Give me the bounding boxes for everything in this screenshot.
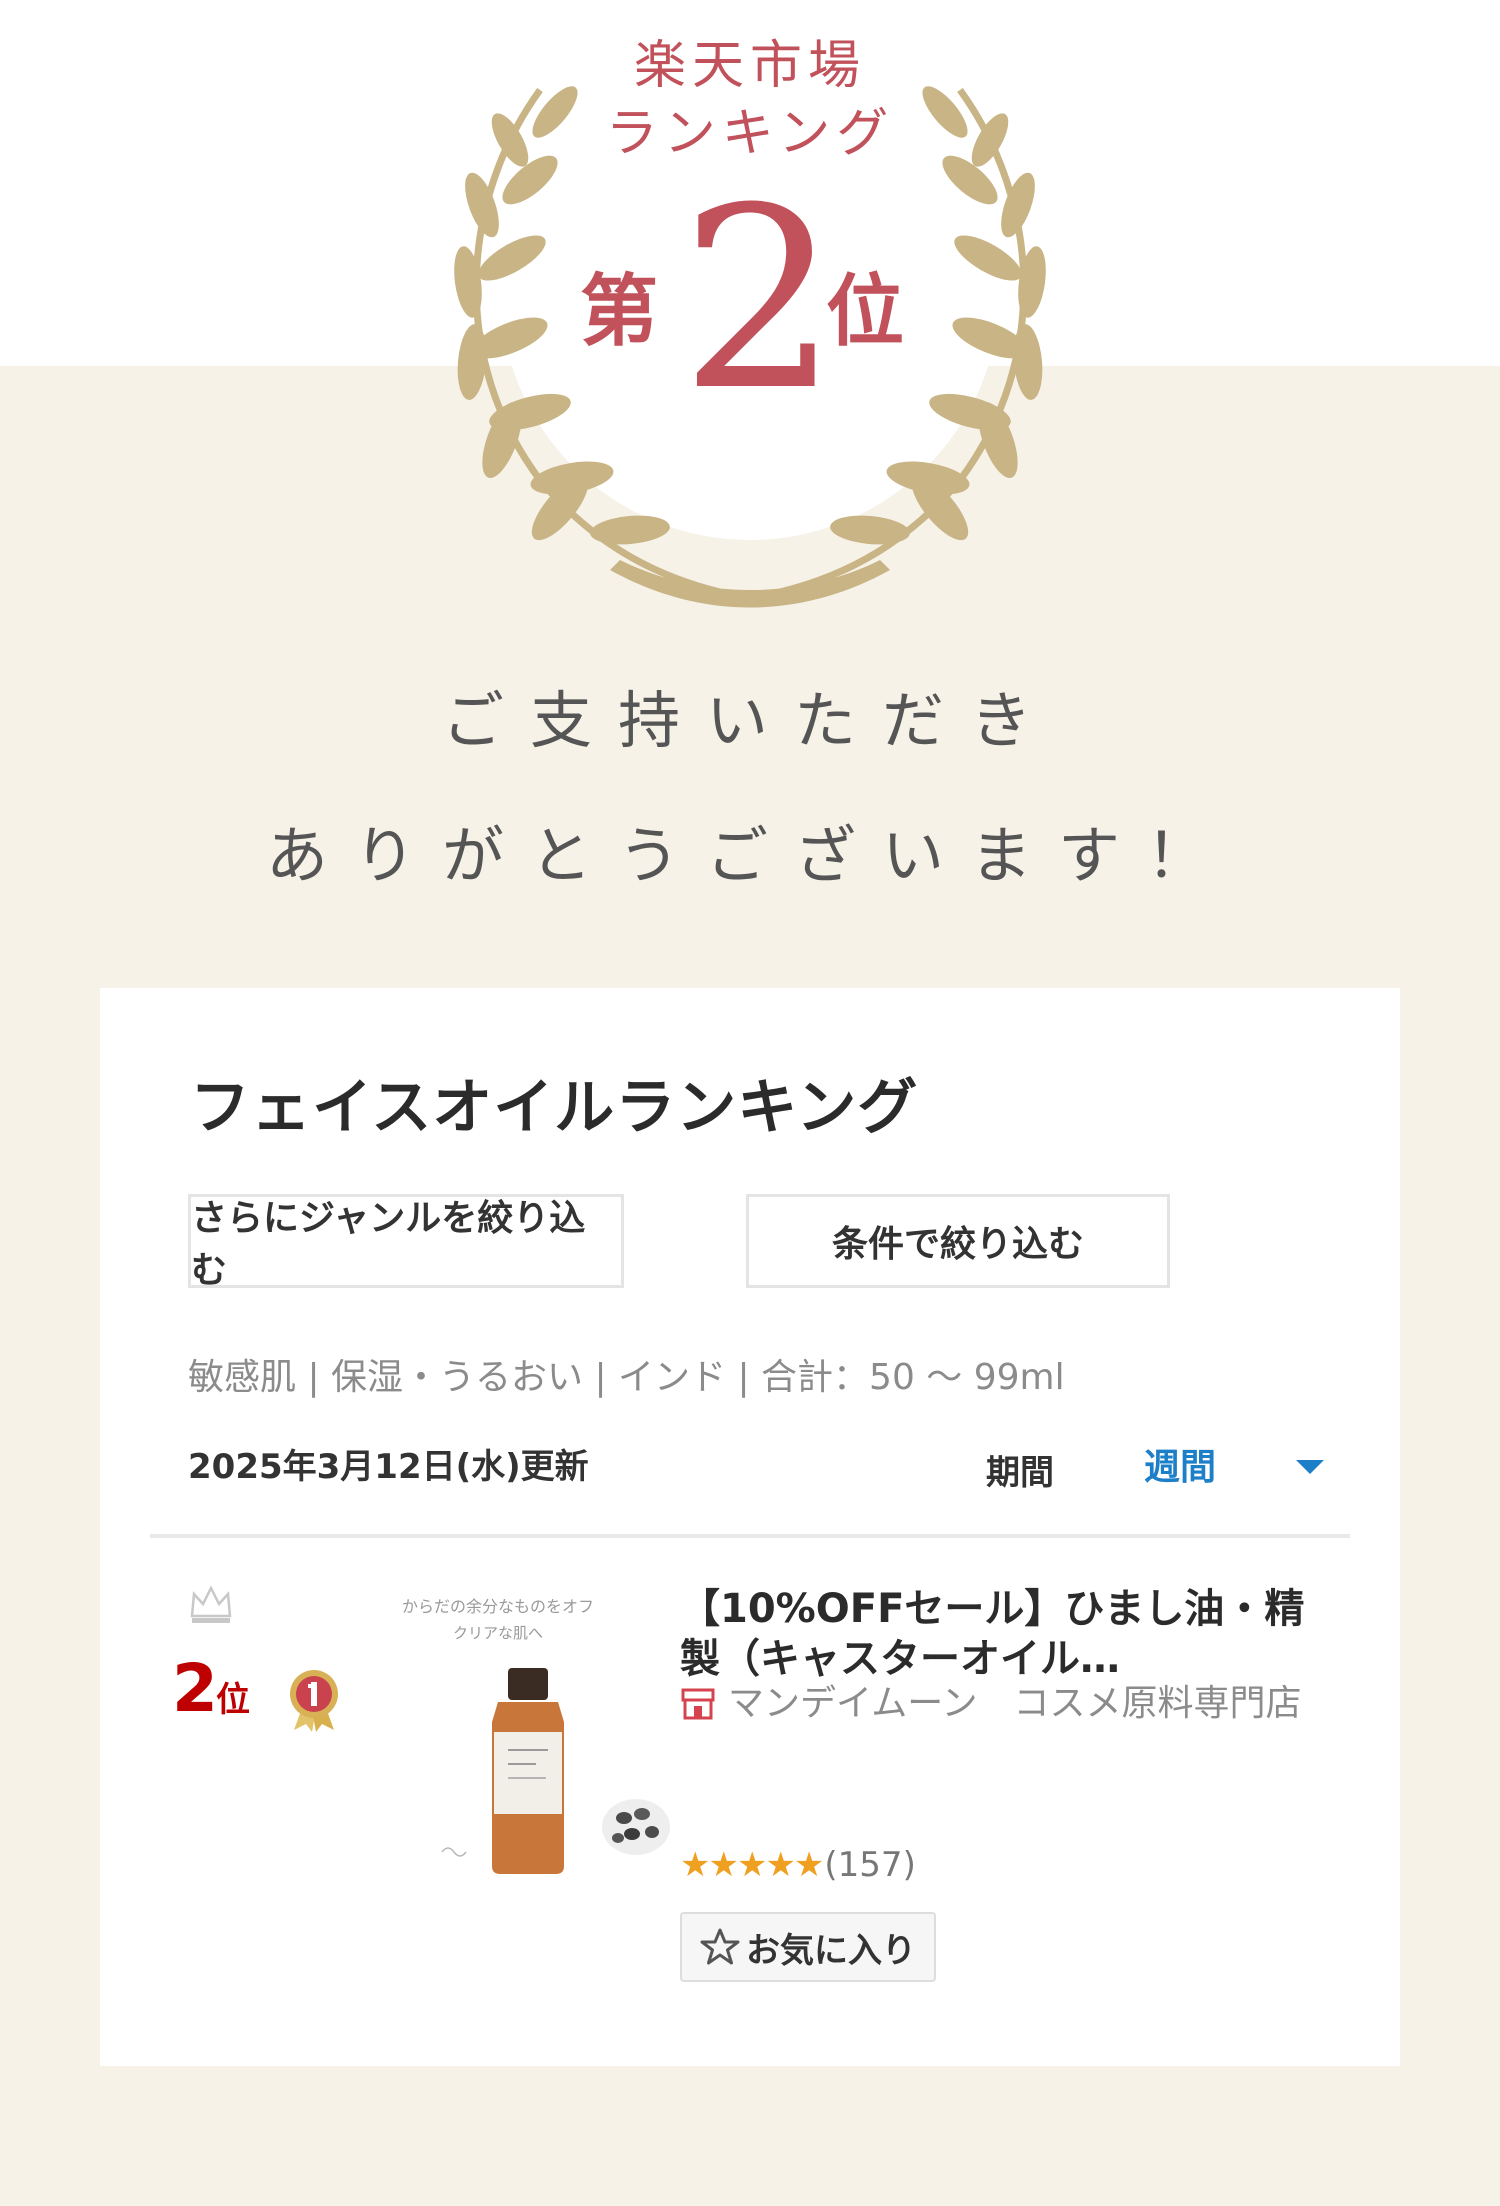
image-caption-2: クリアな肌へ bbox=[453, 1624, 543, 1642]
rank-display: 第 2 位 bbox=[550, 175, 950, 425]
market-name: 楽天市場 bbox=[633, 36, 866, 96]
star-outline-icon bbox=[700, 1928, 740, 1965]
item-rank-number: 2 bbox=[172, 1650, 218, 1727]
rank-prefix: 第 bbox=[580, 266, 659, 357]
chevron-down-icon[interactable] bbox=[1296, 1460, 1324, 1474]
shop-link[interactable]: マンデイムーン コスメ原料専門店 bbox=[680, 1686, 1301, 1722]
ranking-label: ランキング bbox=[605, 104, 895, 164]
rank-suffix: 位 bbox=[826, 266, 905, 357]
ranking-title: フェイスオイルランキング bbox=[190, 1073, 919, 1143]
shop-icon bbox=[681, 1688, 715, 1720]
period-label: 期間 bbox=[986, 1453, 1054, 1493]
divider bbox=[150, 1534, 1350, 1538]
image-caption-1: からだの余分なものをオフ bbox=[402, 1597, 594, 1616]
period-select[interactable]: 週間 bbox=[1144, 1450, 1216, 1486]
favorite-label: お気に入り bbox=[746, 1930, 916, 1971]
thanks-line-2: ありがとうございます！ bbox=[265, 819, 1234, 892]
shop-name: マンデイムーン コスメ原料専門店 bbox=[728, 1683, 1302, 1724]
item-rank-unit: 位 bbox=[215, 1680, 250, 1720]
product-title[interactable]: 【10%OFFセール】ひまし油・精製（キャスターオイル… bbox=[680, 1584, 1340, 1684]
rank-number: 2 bbox=[680, 154, 840, 445]
active-filters: 敏感肌 | 保湿・うるおい | インド | 合計：50 ～ 99ml bbox=[188, 1357, 1065, 1398]
condition-filter-button[interactable]: 条件で絞り込む bbox=[746, 1194, 1170, 1288]
genre-filter-button[interactable]: さらにジャンルを絞り込む bbox=[188, 1194, 624, 1291]
award-medal-icon bbox=[290, 1670, 338, 1732]
ranking-card: フェイスオイルランキング さらにジャンルを絞り込む 条件で絞り込む 敏感肌 | … bbox=[100, 988, 1400, 2066]
crown-icon bbox=[190, 1585, 232, 1623]
rating[interactable]: ★★★★★(157) bbox=[680, 1848, 916, 1882]
item-rank: 2位 bbox=[172, 1656, 250, 1722]
updated-date: 2025年3月12日(水)更新 bbox=[188, 1447, 589, 1487]
review-count: (157) bbox=[824, 1845, 916, 1885]
ranking-award-medal: 楽天市場 ランキング 第 2 位 bbox=[420, 0, 1080, 620]
thanks-line-1: ご支持いただき bbox=[441, 684, 1058, 757]
star-rating-icon: ★★★★★ bbox=[680, 1845, 824, 1885]
favorite-button[interactable]: お気に入り bbox=[680, 1912, 936, 1982]
